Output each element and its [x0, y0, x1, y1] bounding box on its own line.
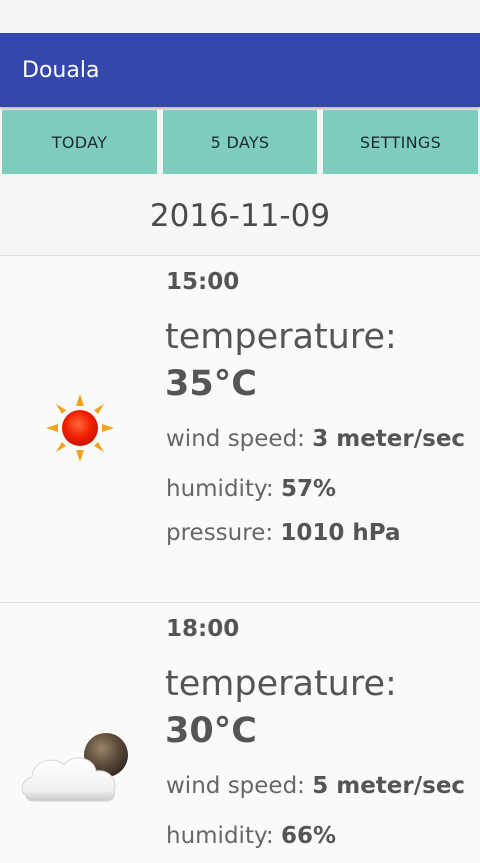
tab-bar: TODAY 5 DAYS SETTINGS — [0, 110, 480, 176]
pressure-row: pressure: 1010 hPa — [166, 518, 401, 548]
temperature-label: temperature: — [165, 664, 397, 704]
forecast-card[interactable]: 18:00 temperature: 30°C wind speed: 5 me… — [0, 602, 480, 863]
wind-speed-value: 5 meter/sec — [312, 773, 466, 799]
humidity-row: humidity: 57% — [166, 474, 336, 504]
wind-speed-label: wind speed: — [166, 773, 305, 799]
wind-speed-row: wind speed: 5 meter/sec — [166, 771, 465, 801]
humidity-row: humidity: 66% — [166, 821, 336, 851]
pressure-value: 1010 hPa — [280, 520, 401, 546]
sun-icon — [46, 394, 114, 462]
cloud-moon-icon — [21, 733, 128, 802]
wind-speed-row: wind speed: 3 meter/sec — [166, 424, 465, 454]
temperature-value: 30°C — [165, 711, 257, 751]
tab-today[interactable]: TODAY — [2, 110, 157, 174]
wind-speed-label: wind speed: — [166, 426, 305, 452]
forecast-time: 15:00 — [166, 269, 240, 295]
status-bar — [0, 0, 480, 33]
tab-5-days[interactable]: 5 DAYS — [163, 110, 317, 174]
forecast-date: 2016-11-09 — [149, 198, 331, 234]
app-bar: Douala — [0, 33, 480, 107]
pressure-label: pressure: — [166, 520, 274, 546]
humidity-label: humidity: — [166, 823, 274, 849]
tab-settings[interactable]: SETTINGS — [323, 110, 478, 174]
humidity-label: humidity: — [166, 476, 274, 502]
wind-speed-value: 3 meter/sec — [312, 426, 466, 452]
humidity-value: 57% — [280, 476, 337, 502]
humidity-value: 66% — [280, 823, 337, 849]
forecast-time: 18:00 — [166, 616, 240, 642]
temperature-value: 35°C — [165, 364, 257, 404]
temperature-label: temperature: — [165, 317, 397, 357]
city-title: Douala — [22, 58, 100, 83]
forecast-card[interactable]: 15:00 temperature: 35°C wind speed: 3 me… — [0, 255, 480, 602]
